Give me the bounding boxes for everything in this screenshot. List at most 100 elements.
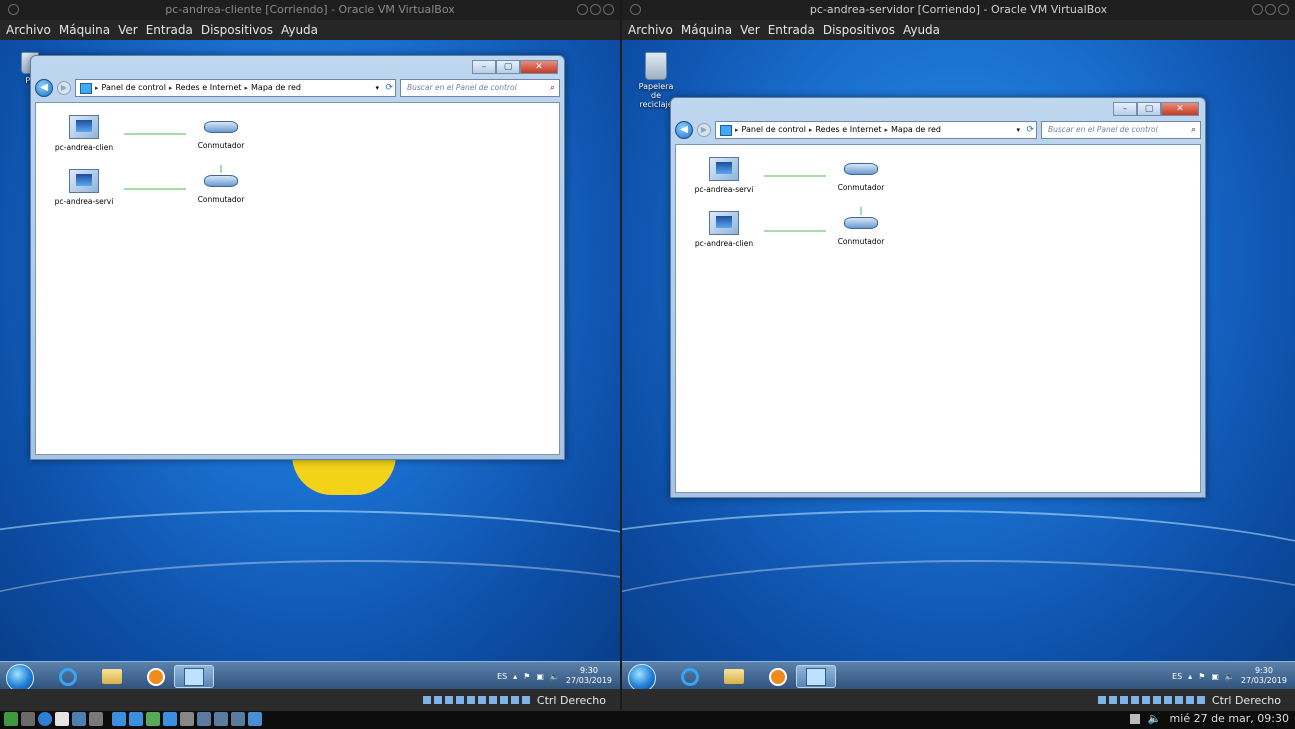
search-icon[interactable]: ⌕ <box>1191 122 1196 138</box>
start-button[interactable] <box>628 664 656 692</box>
hdd-icon[interactable] <box>1097 696 1106 704</box>
document-icon[interactable] <box>55 712 69 726</box>
maximize-button[interactable]: ▢ <box>1137 102 1161 116</box>
taskbar-ie[interactable] <box>48 665 88 688</box>
volume-icon[interactable]: 🔈 <box>1225 672 1235 681</box>
display-icon[interactable] <box>1163 696 1172 704</box>
map-node-switch[interactable]: Conmutador <box>821 211 901 246</box>
vm-task-icon[interactable] <box>163 712 177 726</box>
forward-arrow-icon[interactable]: ▶ <box>57 81 71 95</box>
taskbar-network-window[interactable] <box>174 665 214 688</box>
recording-icon[interactable] <box>1174 696 1183 704</box>
menu-dispositivos[interactable]: Dispositivos <box>823 20 895 40</box>
mouse-integration-icon[interactable] <box>510 696 519 704</box>
display-icon[interactable] <box>488 696 497 704</box>
network-tray-icon[interactable]: ▣ <box>536 672 544 681</box>
taskbar-explorer[interactable] <box>714 665 754 688</box>
forward-arrow-icon[interactable]: ▶ <box>697 123 711 137</box>
maximize-icon[interactable] <box>1265 4 1276 15</box>
taskbar-explorer[interactable] <box>92 665 132 688</box>
network-status-icon[interactable] <box>1130 696 1139 704</box>
audio-icon[interactable] <box>1119 696 1128 704</box>
address-bar[interactable]: ▸ Panel de control ▸ Redes e Internet ▸ Map… <box>715 121 1037 139</box>
menu-ver[interactable]: Ver <box>118 20 138 40</box>
breadcrumb-panel[interactable]: Panel de control <box>742 122 806 138</box>
terminal-icon[interactable] <box>4 712 18 726</box>
recording-icon[interactable] <box>499 696 508 704</box>
flag-icon[interactable]: ⚑ <box>1198 672 1205 681</box>
optical-icon[interactable] <box>433 696 442 704</box>
vm-task-icon[interactable] <box>231 712 245 726</box>
maximize-icon[interactable] <box>590 4 601 15</box>
menu-entrada[interactable]: Entrada <box>146 20 193 40</box>
minimize-icon[interactable] <box>577 4 588 15</box>
vm-task-icon[interactable] <box>180 712 194 726</box>
refresh-icon[interactable]: ⟳ <box>1026 122 1034 138</box>
minimize-button[interactable]: – <box>472 60 496 74</box>
monitor-icon[interactable] <box>89 712 103 726</box>
address-bar[interactable]: ▸ Panel de control ▸ Redes e Internet ▸ Map… <box>75 79 396 97</box>
language-indicator[interactable]: ES <box>497 672 507 681</box>
close-icon[interactable] <box>1278 4 1289 15</box>
tray-arrow-icon[interactable]: ▴ <box>513 672 517 681</box>
menu-ayuda[interactable]: Ayuda <box>281 20 318 40</box>
map-node-switch[interactable]: Conmutador <box>821 157 901 192</box>
shared-folder-icon[interactable] <box>1152 696 1161 704</box>
vm-task-icon[interactable] <box>129 712 143 726</box>
screen-icon[interactable] <box>1129 713 1140 724</box>
taskbar-media-player[interactable] <box>136 665 176 688</box>
refresh-icon[interactable]: ⟳ <box>385 80 393 96</box>
dropdown-arrow-icon[interactable]: ▾ <box>375 80 379 96</box>
menu-dispositivos[interactable]: Dispositivos <box>201 20 273 40</box>
map-node-pc[interactable]: pc-andrea-servi <box>684 157 764 194</box>
network-status-icon[interactable] <box>455 696 464 704</box>
mouse-integration-icon[interactable] <box>1185 696 1194 704</box>
minimize-button[interactable]: – <box>1113 102 1137 116</box>
language-indicator[interactable]: ES <box>1172 672 1182 681</box>
back-arrow-icon[interactable]: ◀ <box>35 79 53 97</box>
menu-archivo[interactable]: Archivo <box>6 20 51 40</box>
volume-icon[interactable]: 🔈 <box>1148 712 1162 725</box>
guest-clock[interactable]: 9:30 27/03/2019 <box>1241 666 1287 686</box>
maximize-button[interactable]: ▢ <box>496 60 520 74</box>
vm-task-icon[interactable] <box>214 712 228 726</box>
volume-icon[interactable]: 🔈 <box>550 672 560 681</box>
vm-task-icon[interactable] <box>197 712 211 726</box>
dropdown-arrow-icon[interactable]: ▾ <box>1016 122 1020 138</box>
usb-icon[interactable] <box>466 696 475 704</box>
close-button[interactable]: ✕ <box>520 60 558 74</box>
map-node-pc[interactable]: pc-andrea-servi <box>44 169 124 206</box>
close-icon[interactable] <box>603 4 614 15</box>
breadcrumb-redes[interactable]: Redes e Internet <box>175 80 241 96</box>
network-tray-icon[interactable]: ▣ <box>1211 672 1219 681</box>
virtualbox-icon[interactable] <box>72 712 86 726</box>
window-menu-icon[interactable] <box>630 4 641 15</box>
menu-archivo[interactable]: Archivo <box>628 20 673 40</box>
optical-icon[interactable] <box>1108 696 1117 704</box>
audio-icon[interactable] <box>444 696 453 704</box>
browser-icon[interactable] <box>38 712 52 726</box>
tray-arrow-icon[interactable]: ▴ <box>1188 672 1192 681</box>
taskbar-ie[interactable] <box>670 665 710 688</box>
hdd-icon[interactable] <box>422 696 431 704</box>
breadcrumb-panel[interactable]: Panel de control <box>102 80 166 96</box>
map-node-switch[interactable]: Conmutador <box>181 169 261 204</box>
map-node-switch[interactable]: Conmutador <box>181 115 261 150</box>
guest-clock[interactable]: 9:30 27/03/2019 <box>566 666 612 686</box>
map-node-pc[interactable]: pc-andrea-clien <box>684 211 764 248</box>
breadcrumb-redes[interactable]: Redes e Internet <box>815 122 881 138</box>
vm-task-icon[interactable] <box>146 712 160 726</box>
vm-task-icon[interactable] <box>112 712 126 726</box>
keyboard-icon[interactable] <box>1196 696 1205 704</box>
menu-ver[interactable]: Ver <box>740 20 760 40</box>
search-input[interactable]: Buscar en el Panel de control ⌕ <box>400 79 560 97</box>
search-icon[interactable]: ⌕ <box>550 80 555 96</box>
menu-ayuda[interactable]: Ayuda <box>903 20 940 40</box>
menu-entrada[interactable]: Entrada <box>768 20 815 40</box>
menu-maquina[interactable]: Máquina <box>59 20 110 40</box>
menu-maquina[interactable]: Máquina <box>681 20 732 40</box>
taskbar-network-window[interactable] <box>796 665 836 688</box>
search-input[interactable]: Buscar en el Panel de control ⌕ <box>1041 121 1201 139</box>
usb-icon[interactable] <box>1141 696 1150 704</box>
back-arrow-icon[interactable]: ◀ <box>675 121 693 139</box>
